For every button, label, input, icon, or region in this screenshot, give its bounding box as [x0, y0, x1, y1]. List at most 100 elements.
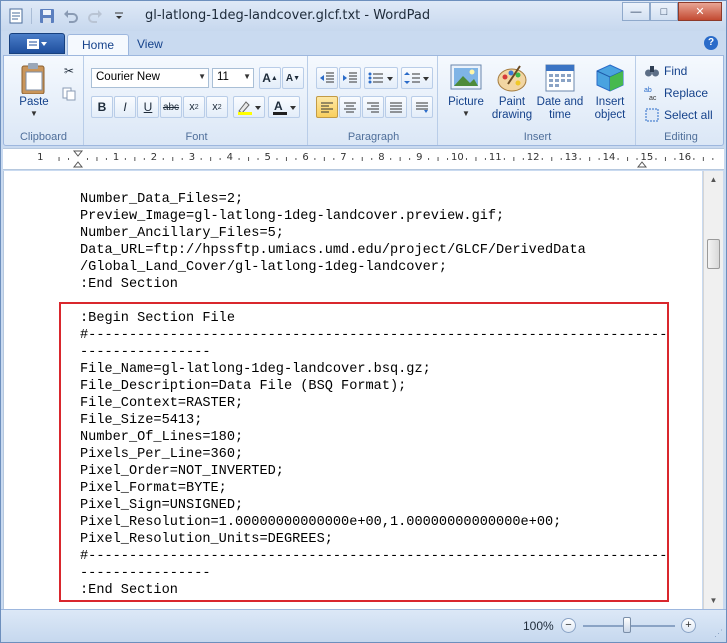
zoom-level: 100%	[523, 619, 554, 633]
picture-button[interactable]: Picture ▼	[442, 62, 490, 118]
app-icon	[7, 7, 25, 25]
select-all-button[interactable]: Select all	[644, 107, 713, 123]
highlight-annotation-box	[59, 302, 669, 602]
paragraph-group-label: Paragraph	[347, 131, 400, 143]
paint-drawing-label: Paint drawing	[491, 96, 533, 121]
subscript-button[interactable]: x2	[183, 96, 205, 118]
binoculars-icon	[645, 66, 659, 77]
paragraph-group: Paragraph	[310, 56, 438, 145]
ruler-label: 2	[150, 152, 158, 163]
scroll-up-arrow-icon[interactable]: ▲	[704, 171, 723, 188]
paint-drawing-button[interactable]: Paint drawing	[488, 62, 536, 122]
close-button[interactable]: ✕	[678, 2, 722, 21]
tab-view[interactable]: View	[123, 34, 177, 55]
ruler-label: 9	[416, 152, 423, 163]
align-left-button[interactable]	[316, 96, 338, 118]
replace-label: Replace	[664, 86, 709, 100]
ruler-ticks	[58, 150, 714, 168]
find-label: Find	[664, 64, 688, 78]
picture-icon	[450, 64, 482, 90]
cut-icon[interactable]: ✂	[58, 60, 80, 82]
font-family-select[interactable]: Courier New ▼	[91, 68, 209, 88]
list-button[interactable]	[364, 67, 398, 89]
align-right-button[interactable]	[362, 96, 384, 118]
ribbon: Paste ▼ ✂ Clipboard Courier New ▼ 11 ▼ A…	[3, 55, 724, 146]
font-size-value: 11	[217, 71, 229, 83]
paint-palette-icon	[497, 65, 527, 92]
ruler-label: 16	[678, 152, 692, 163]
maximize-button[interactable]: □	[650, 2, 678, 21]
line-spacing-button[interactable]	[401, 67, 433, 89]
ruler-label: 7	[340, 152, 347, 163]
application-menu-button[interactable]	[9, 33, 65, 54]
scroll-down-arrow-icon[interactable]: ▼	[704, 592, 723, 609]
wordpad-window: gl-latlong-1deg-landcover.glcf.txt - Wor…	[0, 0, 727, 643]
italic-button[interactable]: I	[114, 96, 136, 118]
find-button[interactable]: Find	[644, 63, 687, 79]
svg-text:ab: ab	[644, 87, 652, 94]
grow-font-button[interactable]: A ▲	[259, 67, 281, 89]
paragraph-dialog-button[interactable]	[411, 96, 433, 118]
status-bar: 100% − + ⋰	[1, 609, 726, 642]
zoom-in-button[interactable]: +	[681, 618, 696, 633]
font-size-select[interactable]: 11 ▼	[212, 68, 254, 88]
shrink-font-button[interactable]: A ▼	[282, 67, 304, 89]
help-icon[interactable]: ?	[704, 36, 718, 50]
document-line[interactable]: Number_Data_Files=2;	[80, 191, 667, 208]
select-all-label: Select all	[664, 108, 713, 122]
line-spacing-icon	[404, 72, 429, 84]
minimize-button[interactable]: —	[622, 2, 650, 21]
decrease-indent-button[interactable]	[316, 67, 338, 89]
save-icon[interactable]	[38, 7, 56, 25]
undo-icon[interactable]	[62, 7, 80, 25]
bold-button[interactable]: B	[91, 96, 113, 118]
insert-object-button[interactable]: Insert object	[586, 62, 634, 122]
document-area[interactable]: Number_Data_Files=2; Preview_Image=gl-lat…	[3, 171, 702, 609]
zoom-slider-thumb[interactable]	[623, 617, 631, 633]
highlight-color-button[interactable]	[233, 96, 265, 118]
document-line[interactable]: Number_Ancillary_Files=5;	[80, 225, 667, 242]
tab-home[interactable]: Home	[67, 34, 130, 55]
paste-icon	[21, 63, 45, 94]
scroll-thumb[interactable]	[707, 239, 720, 269]
window-controls: — □ ✕	[622, 2, 722, 21]
zoom-out-button[interactable]: −	[561, 618, 576, 633]
resize-grip-icon[interactable]: ⋰	[714, 628, 723, 639]
ruler-label: 10	[451, 152, 464, 163]
strikethrough-button[interactable]: abc	[160, 96, 182, 118]
superscript-button[interactable]: x2	[206, 96, 228, 118]
ruler-label: 13	[564, 152, 578, 163]
paste-label: Paste	[19, 96, 49, 108]
select-all-icon	[645, 108, 659, 122]
font-family-value: Courier New	[96, 71, 160, 83]
document-line[interactable]: Data_URL=ftp://hpssftp.umiacs.umd.edu/pr…	[80, 242, 667, 259]
ruler-label: 11	[488, 152, 502, 163]
ruler-label: 1	[37, 152, 44, 163]
align-center-button[interactable]	[339, 96, 361, 118]
document-line[interactable]: :End Section	[80, 276, 667, 293]
replace-button[interactable]: ab ac Replace	[644, 85, 708, 101]
justify-button[interactable]	[385, 96, 407, 118]
calendar-icon	[545, 64, 575, 92]
document-line[interactable]: /Global_Land_Cover/gl-latlong-1deg-landc…	[80, 259, 667, 276]
document-line[interactable]: Preview_Image=gl-latlong-1deg-landcover.…	[80, 208, 667, 225]
customize-qat-icon[interactable]	[110, 7, 128, 25]
font-group-label: Font	[185, 131, 208, 143]
menu-icon	[27, 38, 47, 49]
chevron-down-icon: ▼	[243, 72, 251, 81]
paste-button[interactable]: Paste ▼	[10, 62, 58, 118]
paragraph-icon	[416, 102, 428, 113]
ruler-label: 12	[526, 152, 540, 163]
highlighter-icon	[238, 101, 261, 115]
quick-access-toolbar	[7, 7, 128, 25]
copy-icon[interactable]	[58, 83, 80, 105]
ruler[interactable]: 1 2 3 4 5 6 7 8 9 10 11 12 13 14 15 16 1	[3, 148, 724, 170]
redo-icon[interactable]	[86, 7, 104, 25]
date-time-button[interactable]: Date and time	[536, 62, 584, 122]
font-color-button[interactable]: A	[268, 96, 300, 118]
underline-button[interactable]: U	[137, 96, 159, 118]
increase-indent-button[interactable]	[339, 67, 361, 89]
hanging-indent-marker	[72, 161, 84, 168]
first-line-indent-marker	[72, 150, 84, 157]
vertical-scrollbar[interactable]: ▲ ▼	[703, 171, 723, 609]
